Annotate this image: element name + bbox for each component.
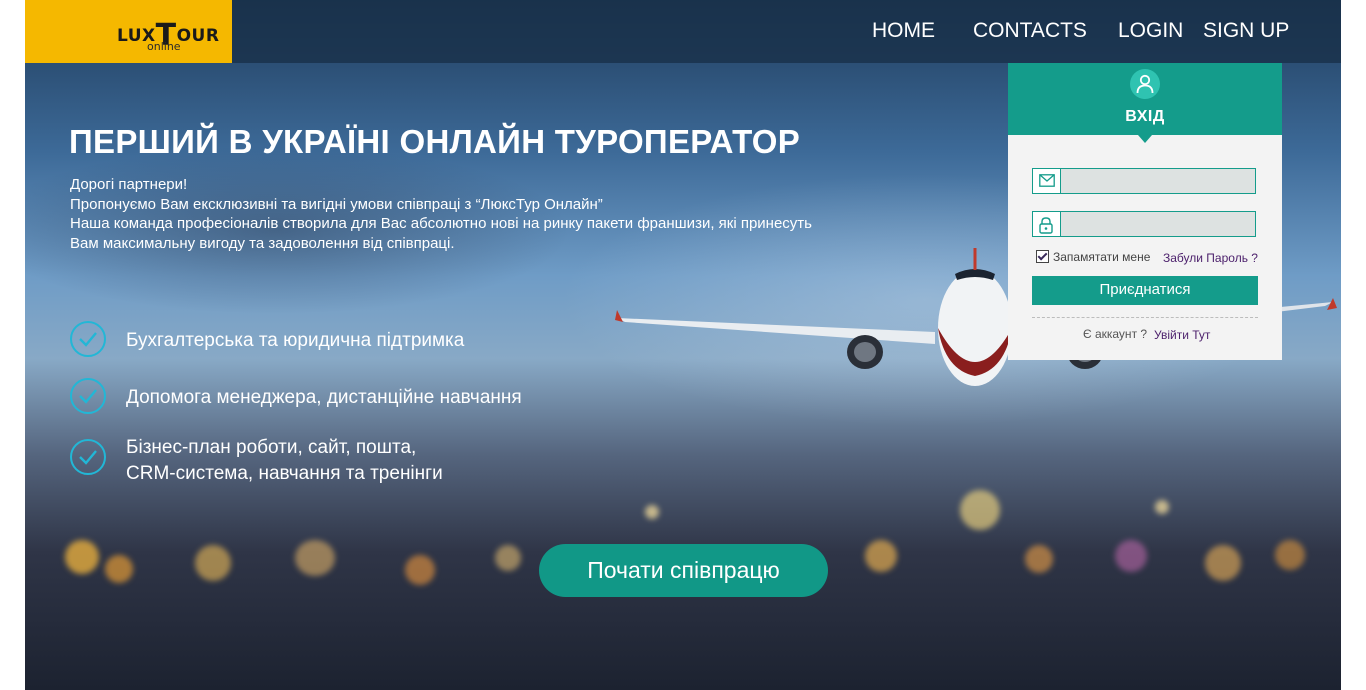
lock-icon: [1033, 212, 1061, 236]
header-arrow: [1138, 135, 1152, 143]
login-header: ВХІД: [1008, 63, 1282, 143]
nav-login-link[interactable]: LOGIN: [1118, 19, 1183, 43]
city-light: [865, 540, 897, 572]
top-navbar: LUXTOUR online HOME CONTACTS LOGIN SIGN …: [25, 0, 1341, 63]
city-light: [405, 555, 435, 585]
intro-line: Наша команда професіоналів створила для …: [70, 215, 812, 232]
city-light: [1275, 540, 1305, 570]
envelope-icon: [1033, 169, 1061, 193]
city-light: [1155, 500, 1169, 514]
enter-here-link[interactable]: Увійти Тут: [1154, 328, 1210, 342]
intro-line: Дорогі партнери!: [70, 176, 188, 193]
join-button[interactable]: Приєднатися: [1032, 276, 1258, 305]
feature-text: Бізнес-план роботи, сайт, пошта,: [126, 437, 417, 458]
divider: [1032, 317, 1258, 318]
city-light: [1205, 545, 1241, 581]
check-circle-icon: [70, 439, 106, 475]
login-panel: ВХІД Запамятати мене Забули Пароль ? При…: [1008, 63, 1282, 360]
intro-line: Пропонуємо Вам ексклюзивні та вигідні ум…: [70, 195, 603, 213]
hero-title: ПЕРШИЙ В УКРАЇНІ ОНЛАЙН ТУРОПЕРАТОР: [69, 123, 801, 160]
city-light: [105, 555, 133, 583]
check-circle-icon: [70, 321, 106, 357]
city-light: [1115, 540, 1147, 572]
password-field: [1032, 211, 1259, 237]
feature-text: CRM-система, навчання та тренінги: [126, 463, 443, 484]
have-account-text: Є аккаунт ?: [1083, 327, 1148, 341]
hero-intro: Дорогі партнери! Пропонуємо Вам ексклюзи…: [70, 175, 812, 253]
login-title: ВХІД: [1125, 108, 1165, 125]
city-light: [960, 490, 1000, 530]
city-light: [65, 540, 99, 574]
email-input[interactable]: [1061, 169, 1259, 193]
city-light: [1025, 545, 1053, 573]
intro-line: Вам максимальну вигоду та задоволення ві…: [70, 234, 455, 252]
start-cooperation-button[interactable]: Почати співпрацю: [539, 544, 828, 597]
feature-text: Бухгалтерська та юридична підтримка: [126, 330, 465, 351]
feature-text: Допомога менеджера, дистанційне навчання: [126, 387, 522, 408]
user-icon: [1130, 69, 1160, 99]
check-circle-icon: [70, 378, 106, 414]
email-field: [1032, 168, 1259, 194]
nav-contacts-link[interactable]: CONTACTS: [973, 19, 1087, 43]
nav-home-link[interactable]: HOME: [872, 19, 935, 43]
logo-online: online: [147, 40, 181, 53]
hero-background: LUXTOUR online HOME CONTACTS LOGIN SIGN …: [25, 0, 1341, 690]
nav-signup-link[interactable]: SIGN UP: [1203, 19, 1289, 43]
city-light: [495, 545, 521, 571]
checkbox-icon[interactable]: [1036, 250, 1049, 263]
remember-label: Запамятати мене: [1053, 250, 1151, 264]
forgot-password-link[interactable]: Забули Пароль ?: [1163, 251, 1258, 265]
city-light: [195, 545, 231, 581]
password-input[interactable]: [1061, 212, 1259, 236]
site-logo[interactable]: LUXTOUR online: [25, 0, 232, 63]
city-light: [295, 540, 335, 576]
remember-me[interactable]: Запамятати мене: [1036, 250, 1150, 264]
city-light: [645, 505, 659, 519]
